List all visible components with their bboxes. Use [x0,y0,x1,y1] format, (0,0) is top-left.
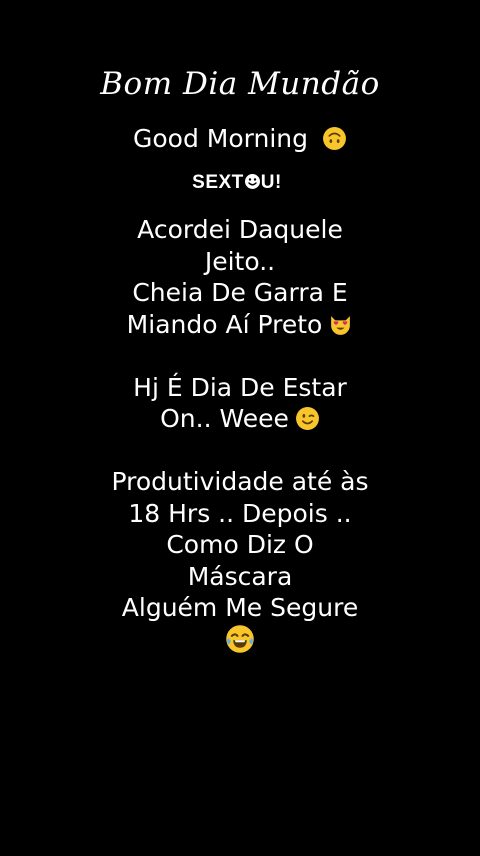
greeting-subtitle: Good Morning [0,124,480,153]
message-line: Produtividade até às [111,467,369,496]
message-line: Cheia De Garra E [132,278,348,307]
message-body: Acordei Daquele Jeito.. Cheia De Garra E… [20,214,460,657]
tag-text-end: U! [260,172,282,193]
upside-down-face-icon [323,127,346,150]
greeting-title: Bom Dia Mundão [100,66,380,102]
sextou-tag: SEXT U! [0,172,474,194]
emoji-line [20,624,460,658]
message-line: Jeito.. [204,246,276,276]
message-line: Miando Aí Preto [126,309,323,339]
message-line: Alguém Me Segure [121,593,359,622]
message-line: Como Diz O [166,530,314,559]
message-line: Máscara [187,561,293,591]
paragraph-1: Acordei Daquele Jeito.. Cheia De Garra E… [20,214,460,340]
message-line: On.. Weee [160,404,289,433]
smiley-o-icon [244,174,260,189]
story-canvas: Bom Dia Mundão Good Morning SEXT U! Acord… [0,0,480,856]
subtitle-text: Good Morning [133,124,309,153]
message-line: 18 Hrs .. Depois .. [128,498,352,528]
paragraph-2: Hj É Dia De Estar On.. Weee [20,372,460,435]
paragraph-3: Produtividade até às 18 Hrs .. Depois ..… [20,466,460,657]
heart-eyes-cat-icon [331,315,351,335]
message-line: Acordei Daquele [137,215,343,244]
tears-of-joy-icon [226,624,254,653]
message-line-with-emoji: On.. Weee [20,403,460,435]
message-line: Hj É Dia De Estar [133,372,347,402]
message-line-with-emoji: Miando Aí Preto [20,309,460,341]
tag-text-start: SEXT [192,172,244,193]
winking-face-icon [295,407,319,430]
